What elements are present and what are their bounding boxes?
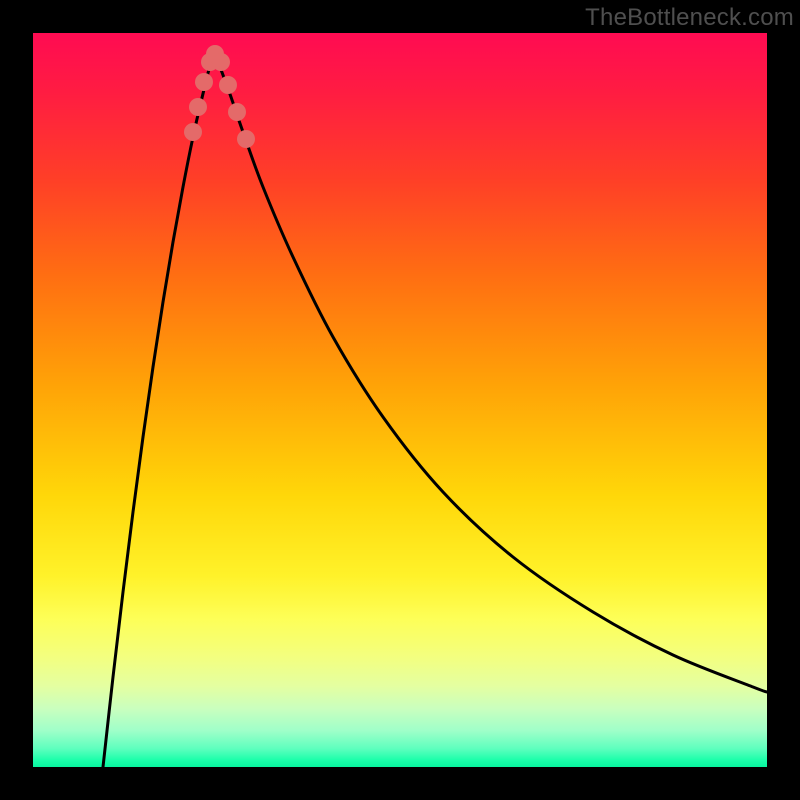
highlight-dot [195, 73, 213, 91]
plot-area [33, 33, 767, 767]
highlight-dot [228, 103, 246, 121]
highlight-dot [184, 123, 202, 141]
curve-layer [33, 33, 767, 767]
highlight-dot [212, 53, 230, 71]
attribution-text: TheBottleneck.com [585, 4, 794, 32]
highlight-dot [237, 130, 255, 148]
highlight-dot [219, 76, 237, 94]
highlight-markers [184, 45, 255, 148]
highlight-dot [189, 98, 207, 116]
curve-right-branch [214, 52, 767, 692]
curve-left-branch [103, 52, 214, 767]
